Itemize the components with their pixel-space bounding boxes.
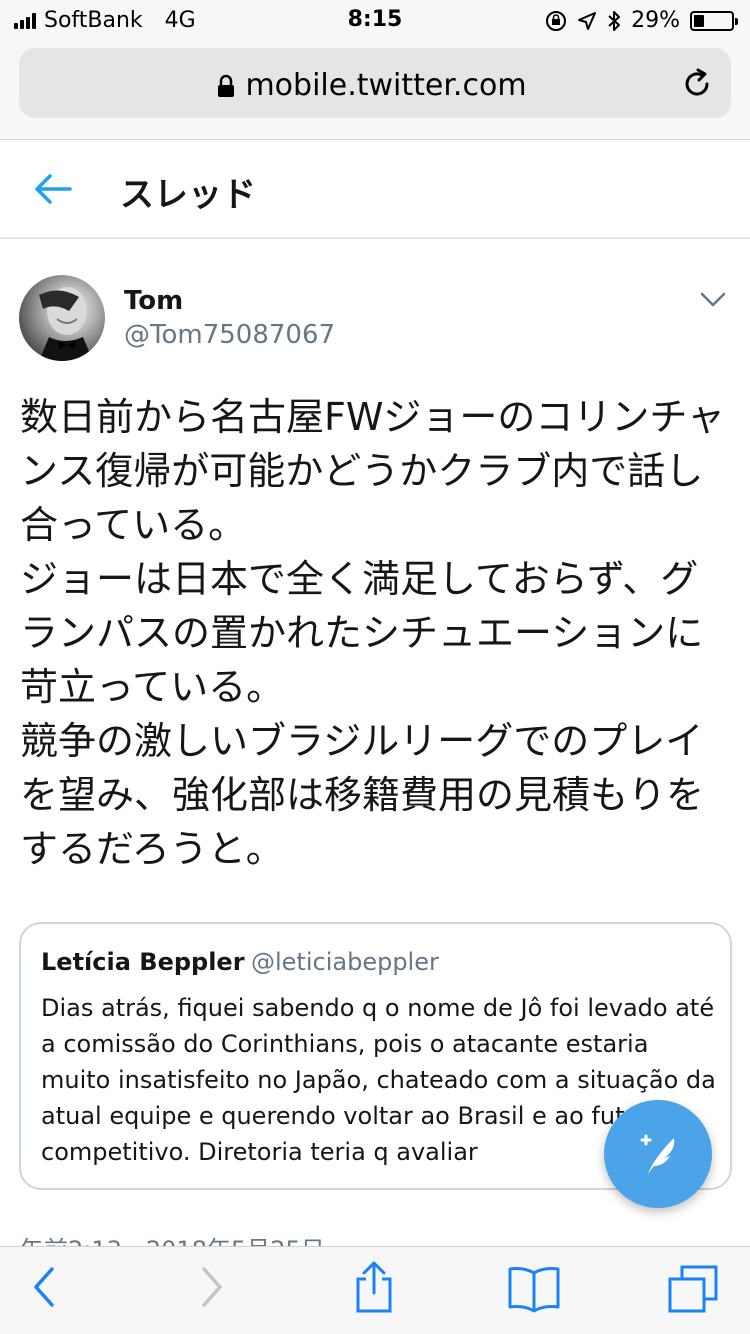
tweet-text: 数日前から名古屋FWジョーのコリンチャンス復帰が可能かどうかクラブ内で話し合って… [20,395,726,871]
share-icon[interactable] [352,1259,396,1315]
chevron-down-icon[interactable] [700,292,726,308]
avatar[interactable] [19,275,105,361]
page-title: スレッド [120,175,256,215]
back-icon[interactable] [30,1265,58,1309]
reload-icon[interactable] [681,68,713,100]
rotation-lock-icon [546,10,567,31]
tabs-icon[interactable] [666,1265,720,1315]
author-name[interactable]: Tom [124,286,183,316]
address-bar[interactable]: mobile.twitter.com [19,48,731,118]
compose-quill-icon [640,1134,675,1174]
url-text[interactable]: mobile.twitter.com [19,68,731,103]
status-right: 29% [545,8,738,33]
status-bar: SoftBank 4G 8:15 29% [0,0,750,40]
browser-toolbar [0,1246,750,1334]
avatar-photo [39,287,93,361]
quoted-author-handle: @leticiabeppler [251,948,439,976]
location-icon [578,11,597,30]
battery-percent: 29% [631,8,680,33]
forward-icon[interactable] [198,1265,226,1309]
bookmarks-icon[interactable] [506,1265,562,1313]
browser-chrome: mobile.twitter.com [0,40,750,140]
page-header: スレッド [0,141,750,239]
quoted-author-name: Letícia Beppler [41,948,245,976]
bluetooth-icon [608,10,621,31]
battery-level [694,14,705,27]
battery-icon [690,10,738,31]
author-handle[interactable]: @Tom75087067 [124,320,335,350]
compose-tweet-button[interactable] [604,1100,712,1208]
back-arrow-icon[interactable] [32,171,74,207]
tweet: Tom @Tom75087067 数日前から名古屋FWジョーのコリンチャンス復帰… [0,240,750,1264]
